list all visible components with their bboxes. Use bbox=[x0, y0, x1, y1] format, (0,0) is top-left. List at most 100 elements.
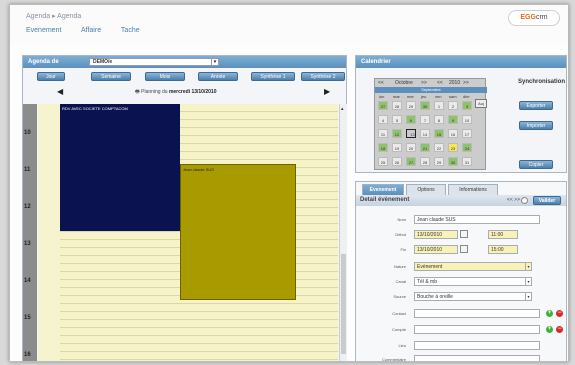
source-label: Source bbox=[393, 294, 406, 299]
calendar-day[interactable]: 11 bbox=[378, 129, 388, 138]
weekday-name: mar bbox=[393, 94, 400, 99]
calendar-day[interactable]: 1 bbox=[434, 101, 444, 110]
sync-button[interactable]: Copier bbox=[519, 160, 553, 169]
nom-input[interactable]: Jean claude SUS bbox=[414, 215, 540, 224]
calendar-day[interactable]: 13 bbox=[406, 129, 416, 138]
nature-select[interactable]: Evènement ▾ bbox=[414, 262, 532, 271]
compte-input[interactable] bbox=[414, 325, 540, 334]
calendar-day[interactable]: 6 bbox=[406, 115, 416, 124]
calendar-day[interactable]: 10 bbox=[462, 115, 472, 124]
calendar-day[interactable]: 22 bbox=[434, 143, 444, 152]
tab-informations[interactable]: Informations bbox=[448, 184, 498, 195]
weekday-name: ven bbox=[435, 94, 442, 99]
weekday-name: dim bbox=[463, 94, 470, 99]
calendar-icon[interactable] bbox=[460, 245, 468, 253]
contact-input[interactable] bbox=[414, 309, 540, 318]
user-select[interactable]: DEMO/e ▾ bbox=[89, 58, 219, 66]
app-window: Agenda ▸ Agenda EGGcrm Evenement Affaire… bbox=[9, 4, 569, 362]
user-select-value: DEMO/e bbox=[93, 59, 113, 65]
calendar-day[interactable]: 16 bbox=[448, 129, 458, 138]
calendar-header: Calendrier bbox=[356, 56, 566, 68]
scroll-thumb[interactable] bbox=[341, 254, 346, 354]
nav-tache[interactable]: Tache bbox=[121, 27, 140, 34]
month-view-button[interactable]: Mois bbox=[145, 72, 185, 81]
calendar-day[interactable]: 12 bbox=[392, 129, 402, 138]
hour-label: 15 bbox=[24, 315, 31, 321]
debut-time-input[interactable]: 11:00 bbox=[488, 230, 518, 239]
calendar-day[interactable]: 2 bbox=[448, 101, 458, 110]
chevron-down-icon: ▾ bbox=[211, 59, 218, 65]
nature-value: Evènement bbox=[417, 264, 443, 270]
calendar-day[interactable]: 4 bbox=[378, 115, 388, 124]
add-compte-icon[interactable]: + bbox=[546, 326, 553, 333]
nom-label: Nom bbox=[397, 217, 406, 222]
scroll-up-icon[interactable]: ▴ bbox=[341, 106, 344, 112]
save-button[interactable]: Valider bbox=[533, 196, 561, 205]
calendar-icon[interactable] bbox=[460, 230, 468, 238]
year-view-button[interactable]: Année bbox=[198, 72, 238, 81]
calendar-day[interactable]: 27 bbox=[378, 101, 388, 110]
status-dot-icon bbox=[521, 197, 528, 204]
vertical-scrollbar[interactable]: ▴ bbox=[339, 104, 347, 361]
lieu-input[interactable] bbox=[414, 341, 540, 350]
calendar-day[interactable]: 31 bbox=[462, 157, 472, 166]
year-prev-icon[interactable]: << bbox=[437, 80, 443, 86]
commentaire-input[interactable] bbox=[414, 355, 540, 361]
calendar-day[interactable]: 15 bbox=[434, 129, 444, 138]
calendar-day[interactable]: 21 bbox=[420, 143, 430, 152]
calendar-day[interactable]: 3 bbox=[462, 101, 472, 110]
calendar-day[interactable]: 5 bbox=[392, 115, 402, 124]
minute-column bbox=[38, 104, 60, 361]
prev-arrow-icon[interactable]: ◀ bbox=[57, 87, 63, 96]
calendar-day[interactable]: 30 bbox=[420, 101, 430, 110]
calendar-day[interactable]: 26 bbox=[392, 157, 402, 166]
fin-date-input[interactable]: 13/10/2010 bbox=[414, 245, 458, 254]
prev-month-icon[interactable]: << bbox=[378, 80, 384, 86]
nav-evenement[interactable]: Evenement bbox=[26, 27, 61, 34]
agenda-title: Agenda de bbox=[28, 59, 59, 65]
add-contact-icon[interactable]: + bbox=[546, 310, 553, 317]
weekday-name: sam bbox=[449, 94, 457, 99]
synthese1-button[interactable]: Synthèse 1 bbox=[251, 72, 295, 81]
calendar-day[interactable]: 28 bbox=[392, 101, 402, 110]
calendar-day[interactable]: 7 bbox=[420, 115, 430, 124]
nav-affaire[interactable]: Affaire bbox=[81, 27, 101, 34]
export-button[interactable]: Exporter bbox=[519, 101, 553, 110]
import-button[interactable]: Importer bbox=[519, 121, 553, 130]
calendar-day[interactable]: 23 bbox=[448, 143, 458, 152]
fin-time-input[interactable]: 15:00 bbox=[488, 245, 518, 254]
record-nav-label[interactable]: << >> bbox=[507, 195, 520, 206]
remove-compte-icon[interactable]: − bbox=[556, 326, 563, 333]
tab-options[interactable]: Options bbox=[406, 184, 446, 195]
remove-contact-icon[interactable]: − bbox=[556, 310, 563, 317]
canal-select[interactable]: Tél & mb ▾ bbox=[414, 277, 532, 286]
calendar-day[interactable]: 27 bbox=[406, 157, 416, 166]
calendar-day[interactable]: 8 bbox=[434, 115, 444, 124]
event-comptacom[interactable]: RDV AVEC SOCIETE COMPTACOM bbox=[60, 104, 180, 231]
next-arrow-icon[interactable]: ▶ bbox=[324, 87, 330, 96]
printer-icon[interactable]: 🖶 bbox=[135, 89, 140, 95]
source-select[interactable]: Bouche à oreille ▾ bbox=[414, 292, 532, 301]
debut-date-input[interactable]: 13/10/2010 bbox=[414, 230, 458, 239]
calendar-day[interactable]: 25 bbox=[378, 157, 388, 166]
schedule-grid[interactable]: 10 11 12 13 14 15 16 RDV AVEC SOCIETE CO… bbox=[23, 104, 338, 361]
synthese2-button[interactable]: Synthèse 2 bbox=[301, 72, 345, 81]
calendar-day[interactable]: 9 bbox=[448, 115, 458, 124]
calendar-day[interactable]: 20 bbox=[406, 143, 416, 152]
calendar-day[interactable]: 24 bbox=[462, 143, 472, 152]
day-view-button[interactable]: Jour bbox=[37, 72, 65, 81]
tab-evenement[interactable]: Evenement bbox=[362, 184, 404, 195]
today-button[interactable]: Auj bbox=[475, 99, 487, 108]
calendar-day[interactable]: 17 bbox=[462, 129, 472, 138]
calendar-day[interactable]: 19 bbox=[392, 143, 402, 152]
week-view-button[interactable]: Semaine bbox=[91, 72, 131, 81]
calendar-day[interactable]: 29 bbox=[434, 157, 444, 166]
year-next-icon[interactable]: >> bbox=[463, 80, 469, 86]
calendar-day[interactable]: 14 bbox=[420, 129, 430, 138]
calendar-day[interactable]: 30 bbox=[448, 157, 458, 166]
calendar-day[interactable]: 28 bbox=[420, 157, 430, 166]
calendar-day[interactable]: 18 bbox=[378, 143, 388, 152]
calendar-day[interactable]: 29 bbox=[406, 101, 416, 110]
event-jean-claude[interactable]: Jean claude SUS bbox=[180, 164, 296, 300]
month-next-icon[interactable]: >> bbox=[421, 80, 427, 86]
